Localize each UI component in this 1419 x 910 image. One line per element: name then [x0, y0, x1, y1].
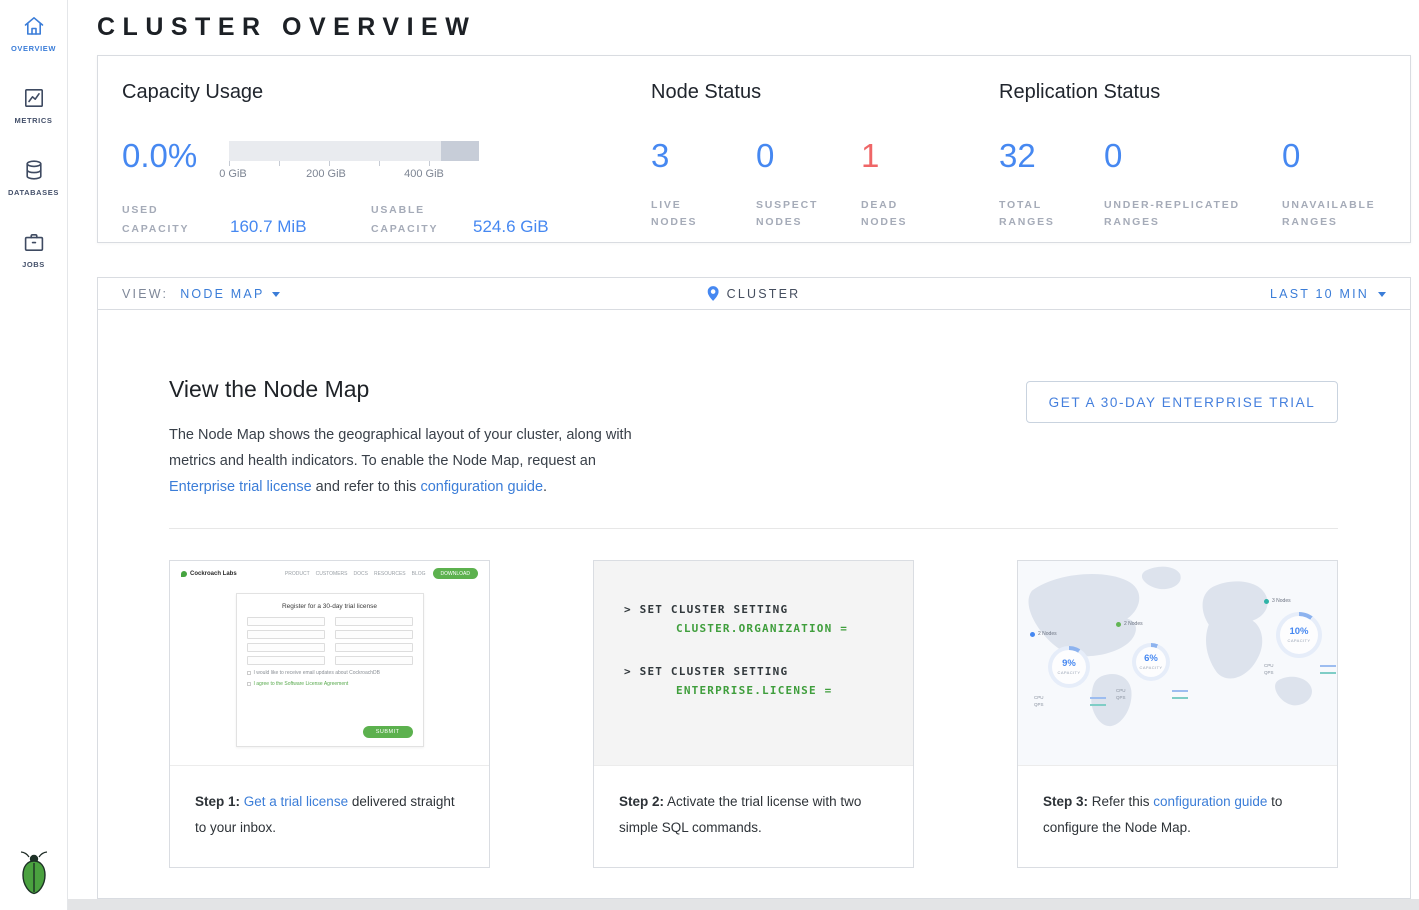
usable-capacity-value: 524.6 GiB: [473, 217, 549, 237]
description-text: and refer to this: [312, 479, 421, 495]
map-node-badge: 2 Nodes: [1030, 631, 1057, 637]
replication-status-title: Replication Status: [999, 80, 1399, 104]
mini-submit-button: SUBMIT: [363, 726, 413, 738]
axis-label: 400 GiB: [404, 168, 444, 180]
total-ranges-stat: 32 TOTAL RANGES: [999, 136, 1104, 230]
live-nodes-stat: 3 LIVE NODES: [651, 136, 756, 230]
cluster-summary-card: Capacity Usage 0.0% 0 GiB 200 GiB 400 Gi…: [97, 55, 1411, 243]
gauge-stats: CPU QPS: [1034, 693, 1106, 707]
databases-icon: [22, 158, 46, 182]
step-3-card: 2 Nodes 2 Nodes 3 Nodes 9% CAPACITY 6%: [1017, 560, 1338, 868]
node-map-description: The Node Map shows the geographical layo…: [169, 422, 643, 500]
map-node-badge: 3 Nodes: [1264, 598, 1291, 604]
step-1-card: Cockroach Labs PRODUCT CUSTOMERS DOCS RE…: [169, 560, 490, 868]
step-3-caption: Step 3: Refer this configuration guide t…: [1018, 766, 1337, 867]
gauge-stats: CPU QPS: [1116, 686, 1188, 700]
page-title: CLUSTER OVERVIEW: [97, 13, 476, 42]
description-text: The Node Map shows the geographical layo…: [169, 427, 632, 469]
sidebar-item-label: OVERVIEW: [11, 44, 56, 53]
view-label: VIEW:: [122, 287, 168, 301]
capacity-bar-segment: [441, 141, 479, 161]
map-pin-icon: [708, 286, 719, 301]
used-capacity-label: USED CAPACITY: [122, 200, 230, 237]
metrics-icon: [22, 86, 46, 110]
page-background-strip: [68, 899, 1419, 910]
used-capacity-value: 160.7 MiB: [230, 217, 307, 237]
capacity-bar-chart: 0 GiB 200 GiB 400 GiB: [229, 136, 479, 182]
axis-label: 200 GiB: [306, 168, 346, 180]
admin-ui: OVERVIEW METRICS DATABASES JOBS: [0, 0, 1419, 910]
sidebar: OVERVIEW METRICS DATABASES JOBS: [0, 0, 68, 910]
sidebar-item-label: DATABASES: [8, 188, 59, 197]
map-node-badge: 2 Nodes: [1116, 621, 1143, 627]
node-map-heading: View the Node Map: [169, 376, 369, 403]
mini-download-button: DOWNLOAD: [433, 568, 478, 579]
sidebar-item-label: JOBS: [22, 260, 45, 269]
enterprise-trial-button[interactable]: GET A 30-DAY ENTERPRISE TRIAL: [1026, 381, 1338, 423]
sidebar-item-overview[interactable]: OVERVIEW: [0, 14, 67, 53]
under-replicated-ranges-stat: 0 UNDER-REPLICATED RANGES: [1104, 136, 1282, 230]
cockroach-logo: [19, 849, 49, 900]
main-content: CLUSTER OVERVIEW Capacity Usage 0.0% 0 G…: [68, 0, 1419, 910]
node-map-panel: View the Node Map The Node Map shows the…: [97, 310, 1411, 899]
axis-label: 0 GiB: [219, 168, 247, 180]
capacity-used-percent: 0.0%: [122, 136, 229, 182]
gauge-stats: CPU QPS: [1264, 661, 1336, 675]
description-text: .: [543, 479, 547, 495]
steps-row: Cockroach Labs PRODUCT CUSTOMERS DOCS RE…: [169, 560, 1338, 868]
step-3-node-map-preview: 2 Nodes 2 Nodes 3 Nodes 9% CAPACITY 6%: [1018, 561, 1337, 766]
sidebar-item-label: METRICS: [15, 116, 53, 125]
suspect-nodes-stat: 0 SUSPECT NODES: [756, 136, 861, 230]
mini-trial-form: Register for a 30-day trial license I wo…: [236, 593, 424, 747]
node-status-section: Node Status 3 LIVE NODES 0 SUSPECT NODE: [651, 80, 991, 230]
cockroach-labs-mini-logo: Cockroach Labs: [181, 571, 237, 577]
unavailable-ranges-stat: 0 UNAVAILABLE RANGES: [1282, 136, 1387, 230]
step-1-caption: Step 1: Get a trial license delivered st…: [170, 766, 489, 867]
chevron-down-icon: [1378, 292, 1386, 297]
divider: [169, 528, 1338, 529]
dead-nodes-stat: 1 DEAD NODES: [861, 136, 966, 230]
step-1-screenshot: Cockroach Labs PRODUCT CUSTOMERS DOCS RE…: [170, 561, 489, 766]
cluster-breadcrumb[interactable]: CLUSTER: [708, 286, 801, 301]
node-status-title: Node Status: [651, 80, 991, 104]
capacity-axis-ticks: [229, 161, 479, 167]
step-2-card: > SET CLUSTER SETTING CLUSTER.ORGANIZATI…: [593, 560, 914, 868]
view-selector[interactable]: NODE MAP: [180, 287, 280, 301]
replication-status-section: Replication Status 32 TOTAL RANGES 0 UND…: [999, 80, 1399, 230]
sidebar-item-metrics[interactable]: METRICS: [0, 86, 67, 125]
home-icon: [22, 14, 46, 38]
mini-site-nav: PRODUCT CUSTOMERS DOCS RESOURCES BLOG: [285, 571, 426, 577]
configuration-guide-link[interactable]: configuration guide: [1153, 794, 1267, 809]
jobs-icon: [22, 230, 46, 254]
sidebar-item-jobs[interactable]: JOBS: [0, 230, 67, 269]
usable-capacity-label: USABLE CAPACITY: [371, 200, 473, 237]
capacity-gauge: 6% CAPACITY: [1132, 643, 1170, 681]
sidebar-item-databases[interactable]: DATABASES: [0, 158, 67, 197]
step-2-caption: Step 2: Activate the trial license with …: [594, 766, 913, 867]
capacity-axis-labels: 0 GiB 200 GiB 400 GiB: [229, 168, 479, 182]
get-trial-license-link[interactable]: Get a trial license: [244, 794, 348, 809]
capacity-bar: [229, 141, 479, 161]
capacity-usage-section: Capacity Usage 0.0% 0 GiB 200 GiB 400 Gi…: [122, 80, 627, 237]
chevron-down-icon: [272, 292, 280, 297]
view-toolbar: VIEW: NODE MAP CLUSTER LAST 10 MIN: [97, 277, 1411, 310]
capacity-usage-title: Capacity Usage: [122, 80, 627, 104]
step-2-code-block: > SET CLUSTER SETTING CLUSTER.ORGANIZATI…: [594, 561, 913, 766]
capacity-gauge: 9% CAPACITY: [1048, 646, 1090, 688]
configuration-guide-link[interactable]: configuration guide: [420, 479, 543, 495]
capacity-gauge: 10% CAPACITY: [1276, 612, 1322, 658]
enterprise-trial-license-link[interactable]: Enterprise trial license: [169, 479, 312, 495]
time-range-selector[interactable]: LAST 10 MIN: [1270, 287, 1386, 301]
